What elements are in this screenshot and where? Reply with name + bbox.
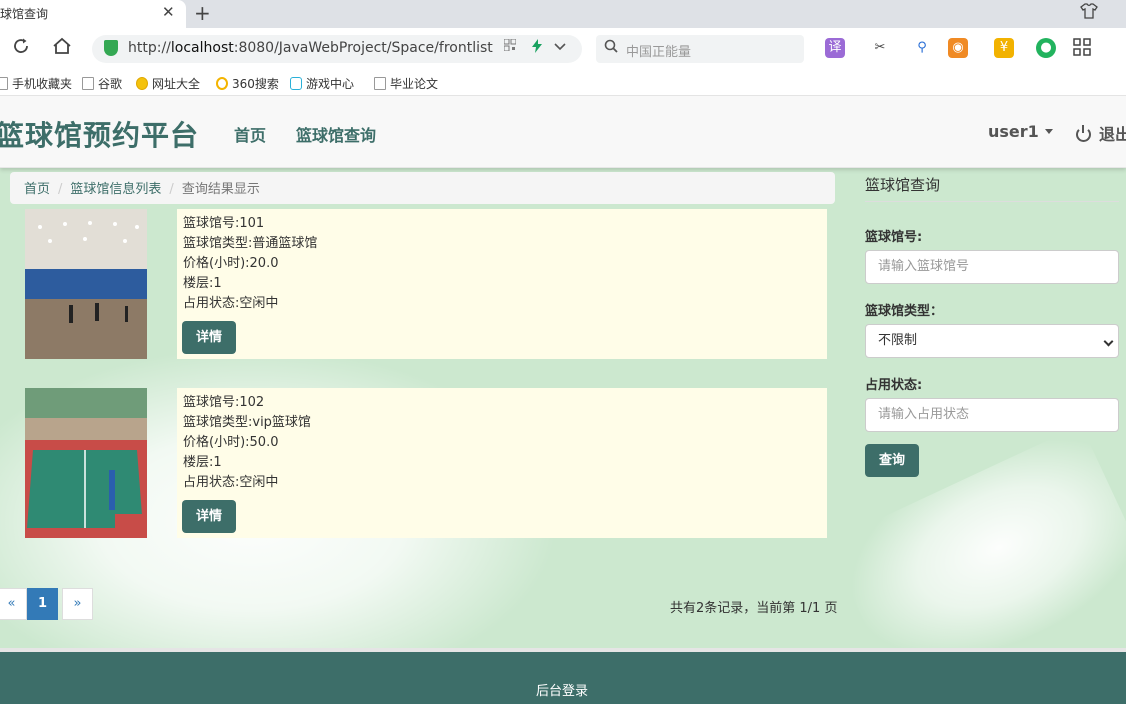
magnifier-icon[interactable]: ⚲ [912,38,932,58]
court-price: 价格(小时):20.0 [183,256,279,271]
breadcrumb-current: 查询结果显示 [181,182,260,197]
translate-icon[interactable]: 译 [825,38,845,58]
court-type-select[interactable]: 不限制 [865,324,1119,358]
hao-icon [136,77,148,90]
close-icon[interactable]: ✕ [162,3,175,21]
qrcode-icon[interactable] [503,38,517,55]
bookmark-google[interactable]: 谷歌 [82,75,122,92]
breadcrumb-list[interactable]: 篮球馆信息列表 [70,182,161,197]
sidebar-title: 篮球馆查询 [865,174,1119,202]
chevron-down-icon [1103,336,1114,347]
reload-icon[interactable] [12,37,30,60]
breadcrumb: 首页 / 篮球馆信息列表 / 查询结果显示 [10,172,835,204]
court-price: 价格(小时):50.0 [183,435,279,450]
court-type: 篮球馆类型:普通篮球馆 [183,236,318,251]
apps-grid-icon[interactable] [1072,38,1092,58]
site-footer: 后台登录 [0,648,1126,704]
scissors-icon[interactable]: ✂ [870,38,890,58]
browser-tabbar: 球馆查询 ✕ + [0,0,1126,28]
bookmark-thesis[interactable]: 毕业论文 [374,75,438,92]
court-type: 篮球馆类型:vip篮球馆 [183,415,311,430]
court-floor: 楼层:1 [183,276,222,291]
360-icon [216,77,228,90]
court-photo[interactable] [25,209,147,359]
user-menu[interactable]: user1 [988,122,1053,141]
status-input[interactable]: 请输入占用状态 [865,398,1119,432]
bookmark-mobile[interactable]: 手机收藏夹 [0,75,72,92]
court-info: 篮球馆号:101 篮球馆类型:普通篮球馆 价格(小时):20.0 楼层:1 占用… [177,209,827,359]
page-icon [374,77,386,90]
court-floor: 楼层:1 [183,455,222,470]
nav-home[interactable]: 首页 [234,122,266,146]
court-status: 占用状态:空闲中 [183,475,279,490]
tab-title: 球馆查询 [0,7,49,21]
court-number: 篮球馆号:101 [183,216,265,231]
search-icon [604,39,618,57]
address-url[interactable]: http://localhost:8080/JavaWebProject/Spa… [128,40,493,56]
browser-search-box[interactable]: 中国正能量 [596,35,804,63]
extension-icon[interactable]: ● [1036,38,1056,58]
status-label: 占用状态: [865,378,923,393]
bookmark-games[interactable]: 游戏中心 [290,75,354,92]
query-button[interactable]: 查询 [865,444,919,477]
detail-button[interactable]: 详情 [182,321,236,354]
browser-tab[interactable]: 球馆查询 ✕ [0,0,186,28]
page-icon [82,77,94,90]
bookmark-hao[interactable]: 网址大全 [136,75,200,92]
court-number-label: 篮球馆号: [865,230,923,245]
breadcrumb-separator: / [169,182,174,197]
browser-navbar: http://localhost:8080/JavaWebProject/Spa… [0,28,1126,70]
detail-button[interactable]: 详情 [182,500,236,533]
court-number: 篮球馆号:102 [183,395,265,410]
bookmark-folder-icon [0,77,8,90]
search-placeholder: 中国正能量 [626,45,692,60]
court-status: 占用状态:空闲中 [183,296,279,311]
pagination-next[interactable]: » [62,588,93,620]
logout-link[interactable]: 退出 [1076,121,1126,145]
site-brand[interactable]: 篮球馆预约平台 [0,114,199,154]
shield-icon [104,40,118,56]
court-type-selected: 不限制 [878,333,918,348]
court-card: 篮球馆号:101 篮球馆类型:普通篮球馆 价格(小时):20.0 楼层:1 占用… [25,209,827,359]
gamepad-icon[interactable]: ◉ [948,38,968,58]
new-tab-icon[interactable]: + [194,1,211,25]
court-number-input[interactable]: 请输入篮球馆号 [865,250,1119,284]
nav-court-search[interactable]: 篮球馆查询 [296,122,376,146]
pagination-prev[interactable]: « [0,588,27,620]
caret-down-icon [1044,129,1053,134]
lightning-icon[interactable] [532,39,542,57]
address-bar[interactable]: http://localhost:8080/JavaWebProject/Spa… [92,35,582,63]
court-type-label: 篮球馆类型： [865,304,944,319]
breadcrumb-separator: / [58,182,63,197]
bookmarks-bar: 手机收藏夹 谷歌 网址大全 360搜索 游戏中心 毕业论文 [0,70,1126,96]
game-center-icon [290,77,302,90]
power-icon [1076,125,1091,142]
search-sidebar: 篮球馆查询 篮球馆号: 请输入篮球馆号 篮球馆类型： 不限制 占用状态: 请输入… [865,174,1119,477]
court-photo[interactable] [25,388,147,538]
coin-icon[interactable]: ¥ [994,38,1014,58]
breadcrumb-home[interactable]: 首页 [24,182,50,197]
admin-login-link[interactable]: 后台登录 [536,680,588,699]
record-summary: 共有2条记录，当前第 1/1 页 [670,601,838,616]
pagination-page-1[interactable]: 1 [27,588,58,620]
page-content: 篮球馆预约平台 首页 篮球馆查询 user1 退出 首页 / 篮球馆信息列表 / 查询结… [0,96,1126,704]
court-info: 篮球馆号:102 篮球馆类型:vip篮球馆 价格(小时):50.0 楼层:1 占… [177,388,827,538]
bookmark-360[interactable]: 360搜索 [216,75,279,92]
site-header: 篮球馆预约平台 首页 篮球馆查询 user1 退出 [0,96,1126,168]
shirt-icon[interactable] [1080,3,1098,23]
chevron-down-icon[interactable] [554,39,566,55]
home-icon[interactable] [52,37,72,60]
court-card: 篮球馆号:102 篮球馆类型:vip篮球馆 价格(小时):50.0 楼层:1 占… [25,388,827,538]
